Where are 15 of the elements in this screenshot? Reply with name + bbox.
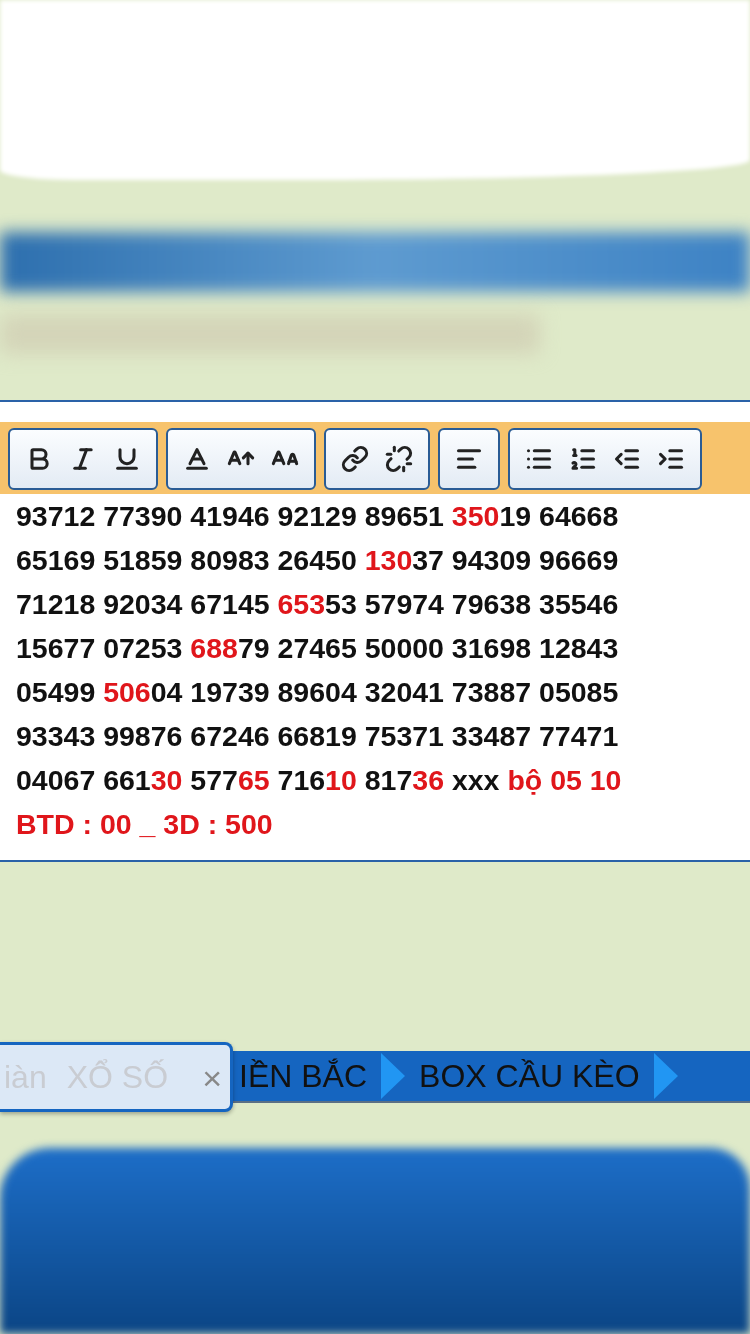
text-line: 05499 50604 19739 89604 32041 73887 05085 — [16, 675, 620, 710]
arrow-icon — [381, 1053, 406, 1099]
text-line: 71218 92034 67145 65353 57974 79638 35546 — [16, 587, 620, 622]
text-line: 04067 66130 57765 71610 81736 xxx bộ 05 10 — [16, 763, 623, 798]
arrow-icon — [653, 1053, 678, 1099]
text-line: BTD : 00 _ 3D : 500 — [16, 807, 274, 842]
text-line: 93712 77390 41946 92129 89651 35019 64668 — [16, 499, 620, 534]
text-line: 65169 51859 80983 26450 13037 94309 96669 — [16, 543, 620, 578]
breadcrumb-link[interactable]: BOX CẦU KÈO — [419, 1057, 640, 1095]
breadcrumb-link[interactable]: IỀN BẮC — [239, 1057, 368, 1095]
text-line: 15677 07253 68879 27465 50000 31698 12843 — [16, 631, 620, 666]
link-button[interactable] — [340, 444, 370, 474]
text-line: 93343 99876 67246 66819 75371 33487 77471 — [16, 719, 620, 754]
unlink-button[interactable] — [384, 444, 414, 474]
close-button[interactable]: × — [202, 1061, 222, 1095]
